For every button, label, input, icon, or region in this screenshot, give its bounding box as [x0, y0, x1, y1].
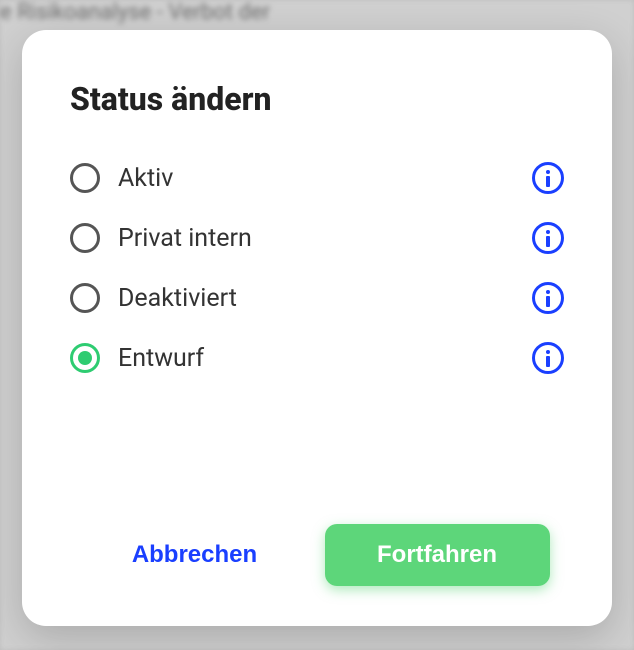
radio-button[interactable] — [70, 163, 100, 193]
radio-button[interactable] — [70, 283, 100, 313]
status-radio-group: Aktiv Privat intern Deaktiviert — [70, 162, 564, 484]
status-change-modal: Status ändern Aktiv Privat intern — [22, 30, 612, 626]
radio-label[interactable]: Deaktiviert — [118, 284, 514, 313]
info-icon[interactable] — [532, 222, 564, 254]
cancel-button[interactable]: Abbrechen — [85, 524, 305, 586]
info-icon[interactable] — [532, 162, 564, 194]
status-option-entwurf[interactable]: Entwurf — [70, 342, 564, 374]
confirm-button[interactable]: Fortfahren — [325, 524, 550, 586]
status-option-aktiv[interactable]: Aktiv — [70, 162, 564, 194]
radio-button[interactable] — [70, 343, 100, 373]
radio-label[interactable]: Aktiv — [118, 164, 514, 193]
info-icon[interactable] — [532, 342, 564, 374]
modal-title: Status ändern — [70, 80, 564, 118]
status-option-privat-intern[interactable]: Privat intern — [70, 222, 564, 254]
status-option-deaktiviert[interactable]: Deaktiviert — [70, 282, 564, 314]
radio-button[interactable] — [70, 223, 100, 253]
modal-footer: Abbrechen Fortfahren — [70, 524, 564, 586]
info-icon[interactable] — [532, 282, 564, 314]
radio-label[interactable]: Privat intern — [118, 224, 514, 253]
radio-label[interactable]: Entwurf — [118, 344, 514, 373]
